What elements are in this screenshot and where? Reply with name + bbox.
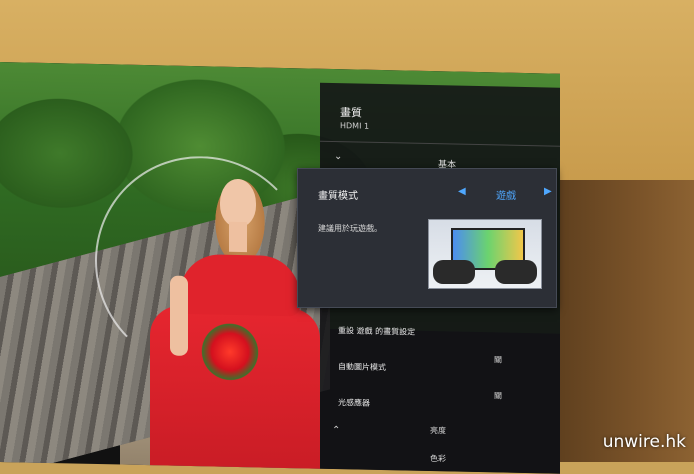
chevron-down-icon[interactable]: ⌄ xyxy=(334,151,342,162)
menu-item-reset[interactable]: 重設 遊戲 的畫質設定 xyxy=(338,325,415,338)
woman-neck xyxy=(229,221,247,253)
picture-mode-value[interactable]: 遊戲 xyxy=(496,187,516,202)
woman-face xyxy=(220,178,256,228)
flower-bouquet xyxy=(195,321,265,383)
gamepad-right-icon xyxy=(495,260,537,284)
picture-mode-label: 畫質模式 xyxy=(318,191,358,202)
gamepad-left-icon xyxy=(433,260,475,284)
arrow-right-icon[interactable]: ▶ xyxy=(544,186,552,197)
menu-item-light-sensor[interactable]: 光感應器 xyxy=(338,397,370,409)
picture-mode-popup: 畫質模式 ◀ 遊戲 ▶ 建議用於玩遊戲。 xyxy=(297,168,557,308)
woman-arm xyxy=(170,275,188,356)
menu-item-brightness[interactable]: 亮度 xyxy=(430,425,446,436)
gaming-scene-thumbnail xyxy=(428,219,542,289)
menu-item-auto-picture[interactable]: 自動圖片模式 xyxy=(338,361,386,373)
menu-source: HDMI 1 xyxy=(340,121,370,131)
site-watermark: unwire.hk xyxy=(602,432,686,452)
menu-item-color[interactable]: 色彩 xyxy=(430,453,446,464)
arrow-left-icon[interactable]: ◀ xyxy=(458,186,466,197)
picture-mode-description: 建議用於玩遊戲。 xyxy=(318,224,382,233)
menu-title: 畫質 xyxy=(340,106,362,120)
chevron-up-icon[interactable]: ⌃ xyxy=(332,425,340,436)
wall-shadow xyxy=(555,180,694,462)
red-dress-top xyxy=(180,253,300,317)
menu-item-light-sensor-value: 關 xyxy=(494,391,502,401)
menu-item-auto-picture-value: 關 xyxy=(494,355,502,365)
